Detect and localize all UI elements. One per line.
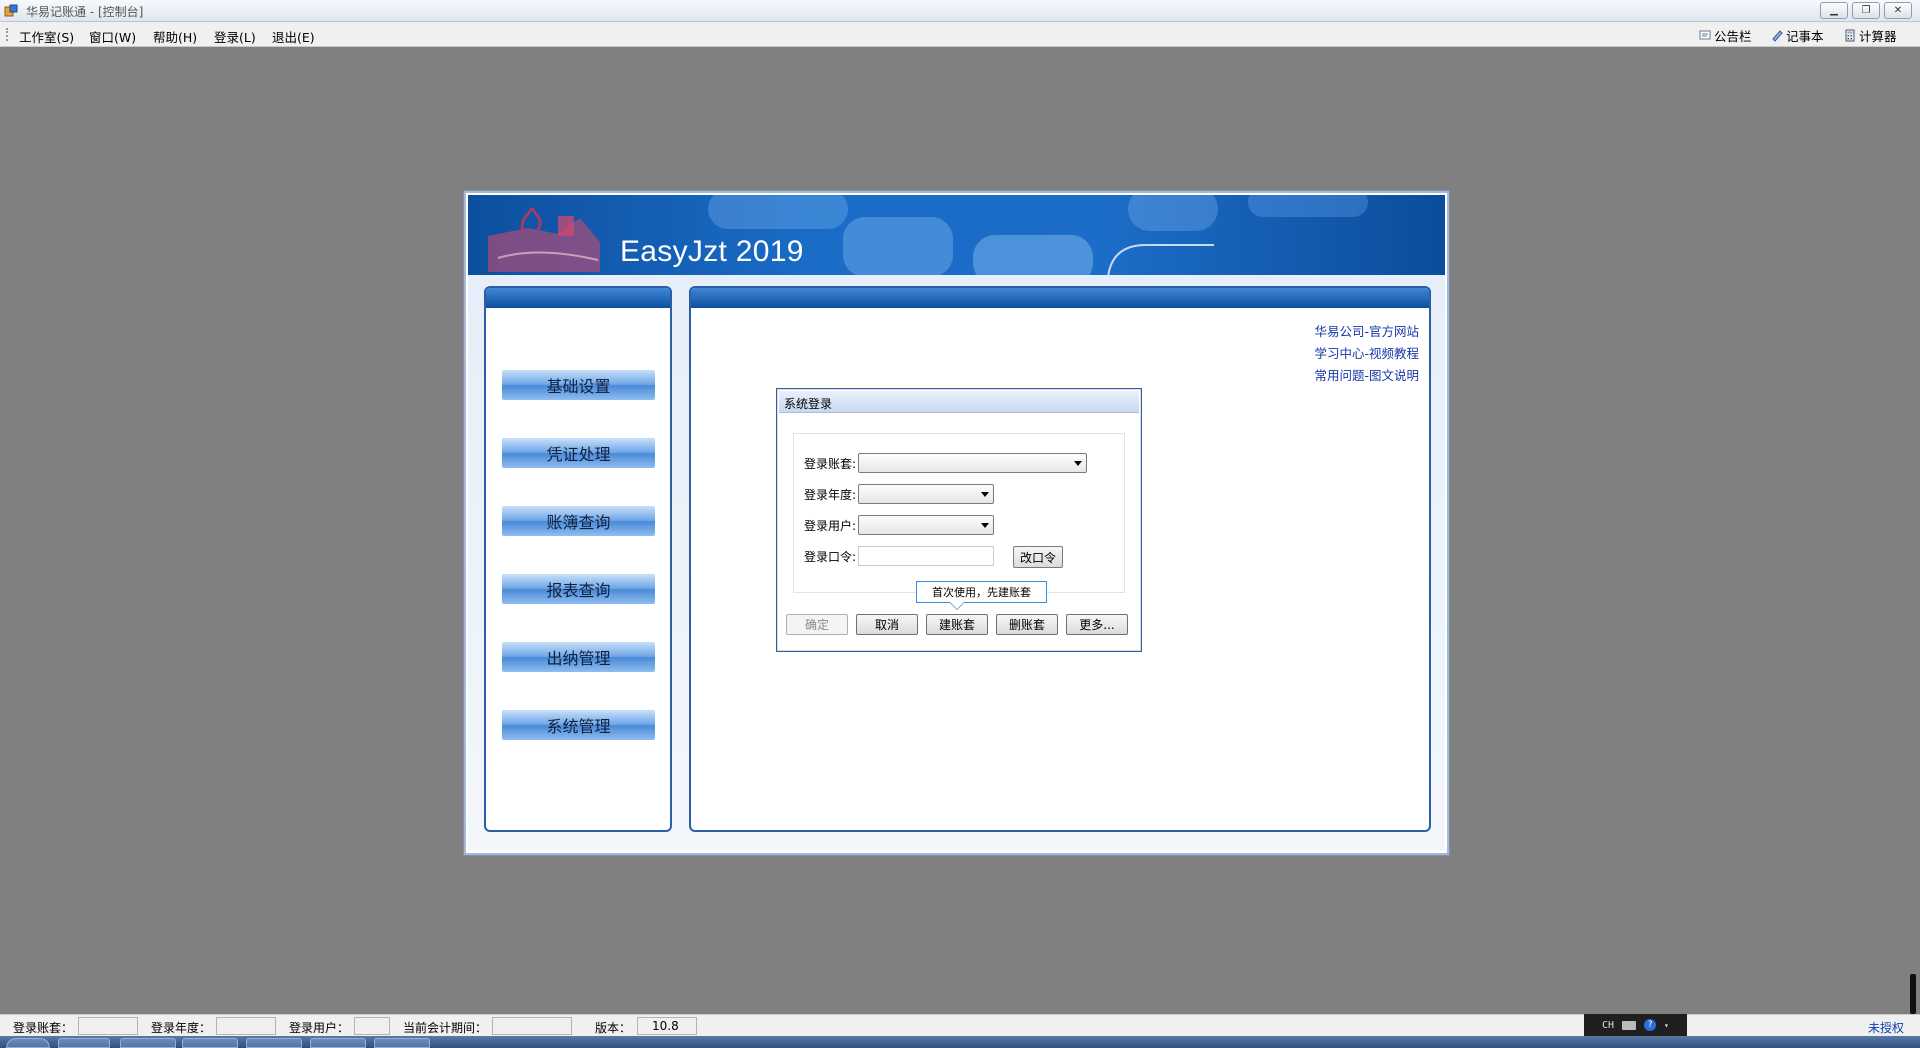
main-panel-header xyxy=(691,288,1429,308)
change-password-button[interactable]: 改口令 xyxy=(1013,546,1063,568)
menu-window[interactable]: 窗口(W) xyxy=(89,27,136,46)
dialog-title: 系统登录 xyxy=(784,397,833,411)
nav-panel: 基础设置 凭证处理 账簿查询 报表查询 出纳管理 系统管理 xyxy=(484,286,672,832)
menu-help[interactable]: 帮助(H) xyxy=(153,27,197,46)
link-faq[interactable]: 常用问题-图文说明 xyxy=(1314,365,1419,384)
chevron-down-icon xyxy=(981,523,989,528)
tool-bulletin[interactable]: 公告栏 xyxy=(1699,26,1752,45)
tool-notepad[interactable]: 记事本 xyxy=(1771,26,1824,45)
nav-ledger-query[interactable]: 账簿查询 xyxy=(502,506,655,536)
link-video-tutorials[interactable]: 学习中心-视频教程 xyxy=(1314,343,1419,362)
menu-bar: 工作室(S) 窗口(W) 帮助(H) 登录(L) 退出(E) 公告栏 记事本 计… xyxy=(0,22,1920,47)
status-year-label: 登录年度： xyxy=(151,1021,212,1035)
notepad-icon xyxy=(1772,30,1783,42)
dialog-title-bar: 系统登录 xyxy=(779,391,1139,413)
status-period-label: 当前会计期间： xyxy=(403,1021,488,1035)
keyboard-icon xyxy=(1622,1020,1637,1030)
taskbar-app-button[interactable] xyxy=(182,1038,238,1048)
menu-exit[interactable]: 退出(E) xyxy=(272,27,315,46)
banner-decoration xyxy=(1128,195,1218,231)
taskbar-app-button[interactable] xyxy=(120,1038,176,1048)
banner: EasyJzt 2019 xyxy=(468,195,1445,275)
help-icon: ? xyxy=(1644,1019,1657,1031)
nav-cashier[interactable]: 出纳管理 xyxy=(502,642,655,672)
tool-notepad-label: 记事本 xyxy=(1786,29,1824,44)
user-label: 登录用户: xyxy=(804,519,857,533)
chevron-down-icon xyxy=(981,492,989,497)
cancel-button[interactable]: 取消 xyxy=(856,614,918,635)
nav-report-query[interactable]: 报表查询 xyxy=(502,574,655,604)
taskbar-app-button[interactable] xyxy=(246,1038,302,1048)
status-user-label: 登录用户： xyxy=(289,1021,350,1035)
account-label: 登录账套: xyxy=(804,457,857,471)
status-account-value xyxy=(78,1017,138,1035)
banner-logo-icon xyxy=(488,207,600,272)
create-account-set-button[interactable]: 建账套 xyxy=(926,614,988,635)
status-user-value xyxy=(354,1017,390,1035)
password-input[interactable] xyxy=(858,546,994,566)
banner-decoration xyxy=(1248,195,1368,217)
more-button[interactable]: 更多... xyxy=(1066,614,1128,635)
nav-panel-header xyxy=(486,288,670,308)
menu-login[interactable]: 登录(L) xyxy=(214,27,256,46)
restore-button[interactable]: ❐ xyxy=(1852,2,1880,19)
bulletin-icon xyxy=(1699,30,1711,40)
tooltip: 首次使用，先建账套 xyxy=(916,581,1047,603)
status-account-label: 登录账套： xyxy=(13,1021,74,1035)
menu-grip xyxy=(6,28,9,41)
taskbar-app-button[interactable] xyxy=(58,1038,110,1048)
dropdown-icon: ▾ xyxy=(1664,1020,1669,1030)
banner-decoration xyxy=(708,195,848,229)
title-bar: 华易记账通 - [控制台] ▁ ❐ ✕ xyxy=(0,0,1920,22)
link-official-site[interactable]: 华易公司-官方网站 xyxy=(1314,321,1419,340)
status-version-label: 版本： xyxy=(595,1021,632,1035)
window-title: 华易记账通 - [控制台] xyxy=(26,5,144,19)
banner-arc xyxy=(1107,244,1214,275)
start-button[interactable] xyxy=(6,1038,50,1048)
year-select[interactable] xyxy=(858,484,994,504)
taskbar xyxy=(0,1036,1920,1048)
user-select[interactable] xyxy=(858,515,994,535)
status-period-value xyxy=(492,1017,572,1035)
menu-studio[interactable]: 工作室(S) xyxy=(19,27,74,46)
ime-language: CH xyxy=(1602,1019,1615,1031)
minimize-icon: ▁ xyxy=(1830,5,1838,16)
ime-bar[interactable]: CH ? ▾ xyxy=(1584,1014,1687,1036)
status-year-value xyxy=(216,1017,276,1035)
account-select[interactable] xyxy=(858,453,1087,473)
banner-decoration xyxy=(973,235,1093,275)
status-version-value: 10.8 xyxy=(637,1017,697,1035)
nav-basic-settings[interactable]: 基础设置 xyxy=(502,370,655,400)
close-button[interactable]: ✕ xyxy=(1884,2,1912,19)
tooltip-tail-inner xyxy=(950,602,964,609)
tool-bulletin-label: 公告栏 xyxy=(1714,29,1752,44)
ok-button[interactable]: 确定 xyxy=(786,614,848,635)
year-label: 登录年度: xyxy=(804,488,857,502)
tool-calculator-label: 计算器 xyxy=(1859,29,1897,44)
nav-voucher[interactable]: 凭证处理 xyxy=(502,438,655,468)
scrollbar-thumb[interactable] xyxy=(1910,974,1916,1014)
login-dialog: 系统登录 登录账套: 登录年度: 登录用户: 登录口令: 改口令 确定 取消 建… xyxy=(776,388,1142,652)
app-icon xyxy=(4,4,18,17)
banner-decoration xyxy=(843,217,953,275)
taskbar-app-button[interactable] xyxy=(374,1038,430,1048)
calculator-icon xyxy=(1845,29,1855,42)
license-status: 未授权 xyxy=(1867,1021,1904,1035)
delete-account-set-button[interactable]: 删账套 xyxy=(996,614,1058,635)
taskbar-app-button[interactable] xyxy=(310,1038,366,1048)
password-label: 登录口令: xyxy=(804,550,857,564)
restore-icon: ❐ xyxy=(1861,5,1871,16)
minimize-button[interactable]: ▁ xyxy=(1820,2,1848,19)
chevron-down-icon xyxy=(1074,461,1082,466)
close-icon: ✕ xyxy=(1893,5,1903,16)
nav-system[interactable]: 系统管理 xyxy=(502,710,655,740)
tool-calculator[interactable]: 计算器 xyxy=(1844,26,1897,45)
login-form: 登录账套: 登录年度: 登录用户: 登录口令: 改口令 xyxy=(793,433,1125,593)
banner-title: EasyJzt 2019 xyxy=(620,235,804,268)
